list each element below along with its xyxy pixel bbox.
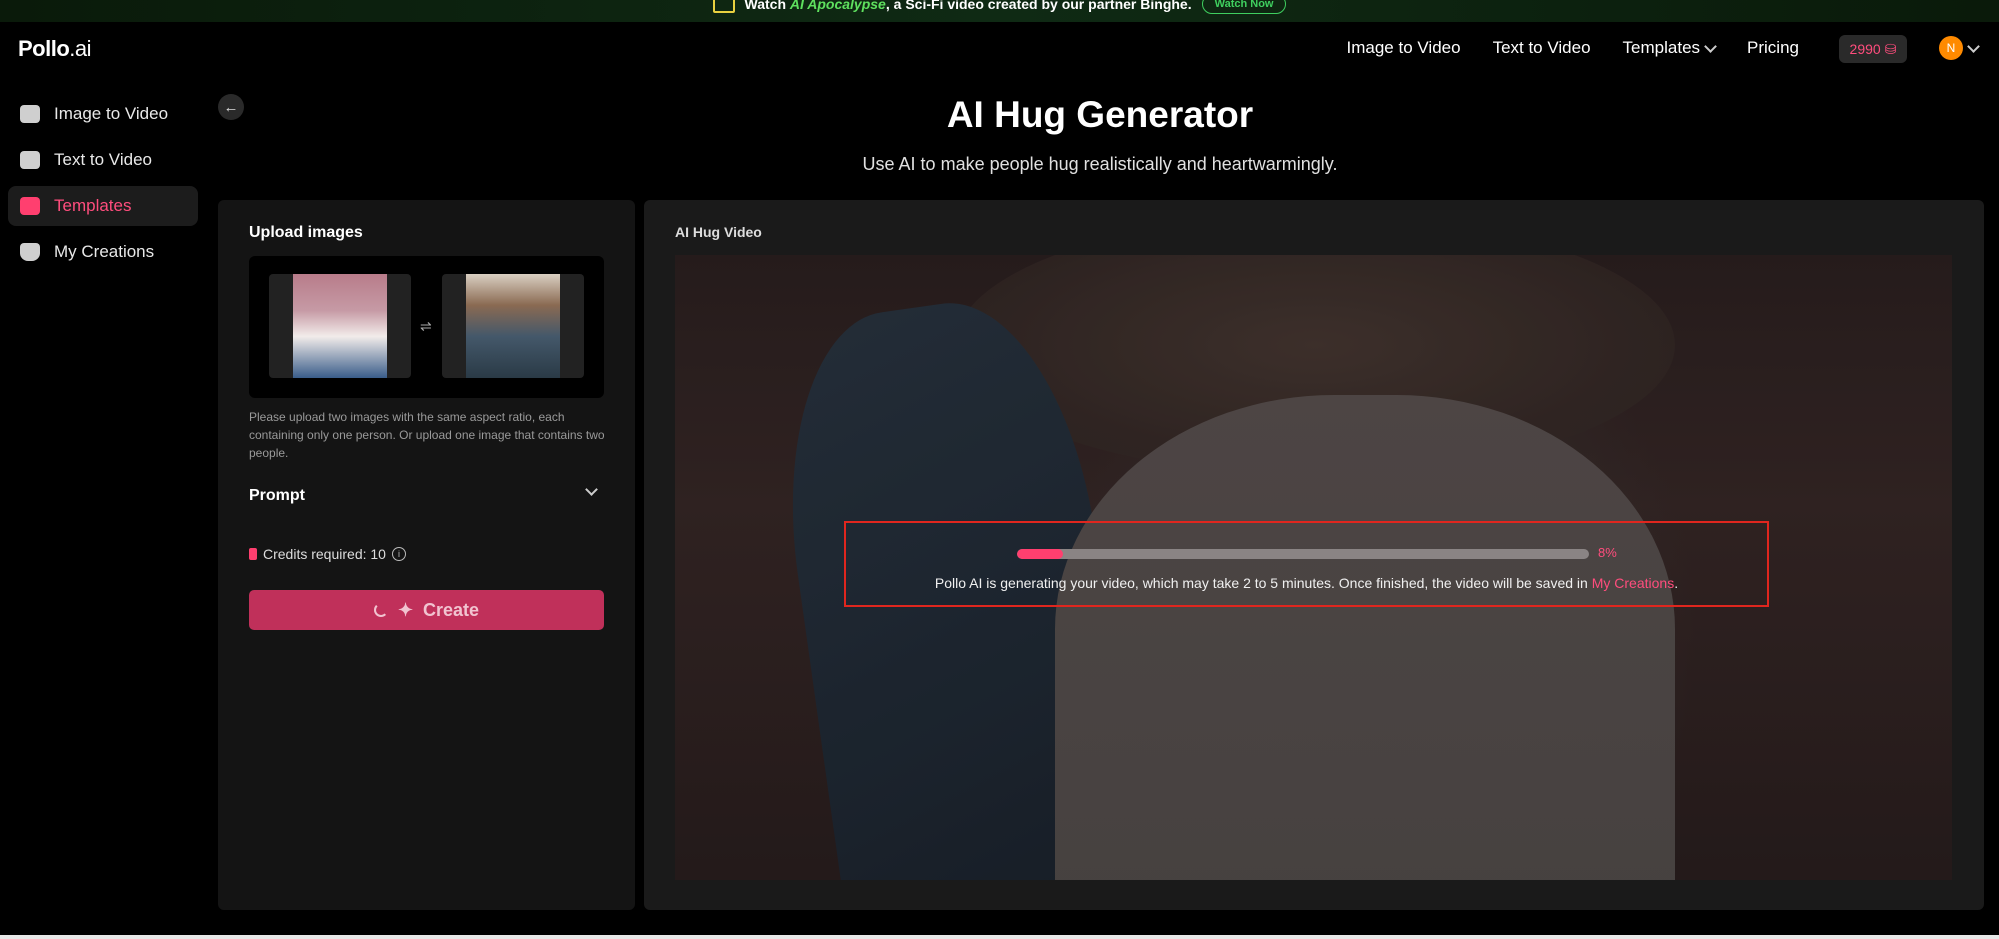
preview-title: AI Hug Video (675, 224, 762, 240)
film-icon (712, 0, 735, 13)
chevron-down-icon (585, 483, 598, 496)
sparkle-icon: ✦ (397, 599, 414, 620)
credits-required-label: Credits required: 10 (263, 546, 386, 562)
credits-required: Credits required: 10 i (249, 546, 406, 562)
upload-area[interactable]: ⇌ (249, 256, 604, 398)
upload-hint: Please upload two images with the same a… (249, 410, 605, 460)
preview-panel: AI Hug Video 8% Pollo AI is generating y… (644, 200, 1984, 910)
generation-message: Pollo AI is generating your video, which… (934, 575, 1679, 591)
swap-icon[interactable]: ⇌ (420, 318, 432, 335)
page-subtitle: Use AI to make people hug realistically … (862, 154, 1338, 174)
chevron-down-icon[interactable] (1967, 40, 1980, 53)
sidebar-item-label: Templates (54, 196, 132, 215)
chevron-down-icon (1704, 39, 1717, 53)
bottom-edge (0, 935, 1999, 939)
nav-pricing[interactable]: Pricing (1747, 38, 1799, 58)
sidebar-item-label: My Creations (54, 242, 155, 261)
video-preview: 8% Pollo AI is generating your video, wh… (675, 255, 1952, 880)
loading-spinner-icon (373, 603, 388, 617)
sidebar-item-my-creations[interactable]: My Creations (8, 232, 198, 272)
uploaded-image-2[interactable] (442, 274, 584, 378)
nav-text-to-video[interactable]: Text to Video (1493, 38, 1591, 58)
nav-image-to-video[interactable]: Image to Video (1347, 38, 1461, 58)
my-creations-link[interactable]: My Creations (1592, 575, 1674, 591)
top-navigation: Pollo.ai Image to Video Text to Video Te… (0, 22, 1999, 74)
woman-photo (293, 274, 387, 378)
create-label: Create (423, 599, 480, 620)
generation-progress: 8% Pollo AI is generating your video, wh… (844, 521, 1769, 607)
progress-percent: 8% (1598, 545, 1617, 560)
progress-fill (1017, 549, 1063, 559)
banner-text: Watch AI Apocalypse, a Sci-Fi video crea… (744, 0, 1192, 12)
creations-icon (20, 243, 40, 261)
coin-icon (249, 548, 257, 560)
watch-now-button[interactable]: Watch Now (1201, 0, 1287, 14)
uploaded-image-1[interactable] (269, 274, 411, 378)
settings-panel: Upload images ⇌ Please upload two images… (218, 200, 635, 910)
nav-templates[interactable]: Templates (1623, 38, 1717, 58)
promo-banner: Watch AI Apocalypse, a Sci-Fi video crea… (0, 0, 1999, 22)
prompt-label: Prompt (249, 487, 305, 504)
credits-balance[interactable]: 2990 ⛁ (1839, 35, 1907, 63)
nav-links: Image to Video Text to Video Templates P… (1347, 38, 1799, 58)
upload-title: Upload images (249, 224, 363, 241)
info-icon[interactable]: i (391, 547, 406, 561)
avatar[interactable]: N (1939, 36, 1963, 60)
templates-icon (20, 197, 40, 215)
progress-track (1017, 549, 1589, 559)
coin-icon: ⛁ (1884, 40, 1897, 57)
sidebar-item-templates[interactable]: Templates (8, 186, 198, 226)
prompt-toggle[interactable]: Prompt (249, 483, 604, 505)
man-photo (466, 274, 560, 378)
page-title: AI Hug Generator (946, 94, 1254, 135)
brand-logo[interactable]: Pollo.ai (18, 36, 92, 62)
create-button[interactable]: ✦ Create (249, 590, 604, 630)
